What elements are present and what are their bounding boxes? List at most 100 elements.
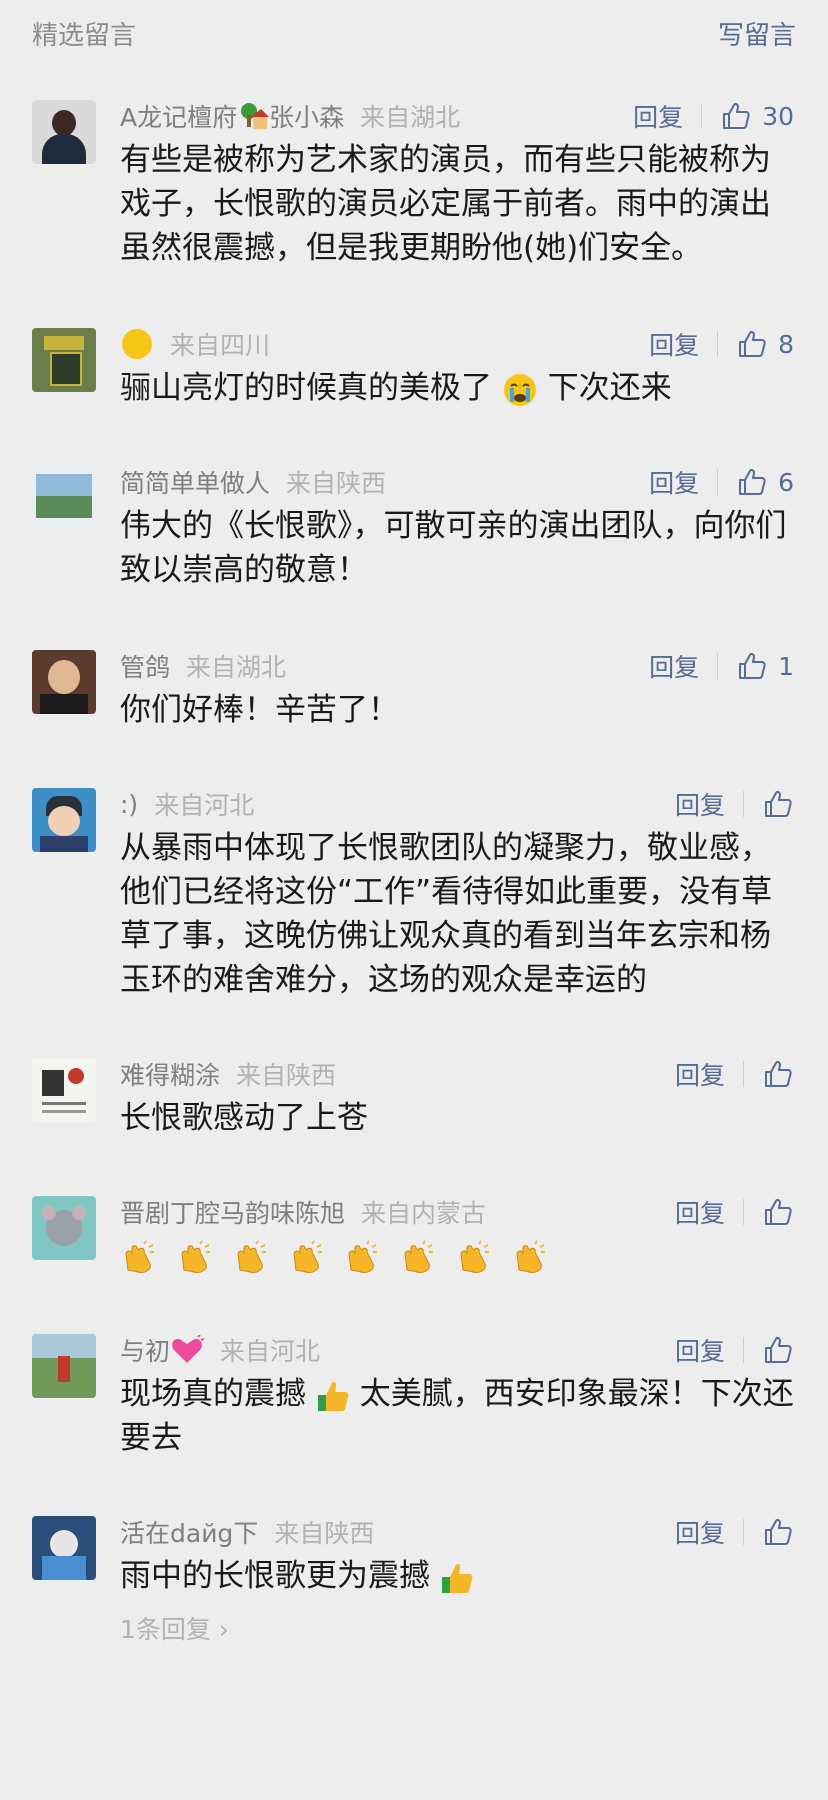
- avatar[interactable]: [32, 1058, 96, 1122]
- comment-item: 晋剧丁腔马韵味陈旭 来自内蒙古 回复: [0, 1140, 828, 1278]
- comments-header: 精选留言 写留言: [0, 0, 828, 66]
- comment-location: 来自陕西: [286, 469, 387, 498]
- comment-nickname: 活在daйg下: [120, 1519, 259, 1548]
- like-button[interactable]: [762, 1516, 794, 1548]
- clapping-hands-emoji: [516, 1239, 546, 1273]
- thumbs-up-emoji: [441, 1563, 473, 1593]
- thumbs-up-icon: [762, 1196, 794, 1228]
- comment-location: 来自河北: [154, 791, 255, 820]
- comment-location: 来自湖北: [186, 653, 287, 682]
- like-button[interactable]: 1: [736, 650, 794, 682]
- comment-location: 来自陕西: [236, 1061, 337, 1090]
- clapping-hands-emoji: [237, 1239, 266, 1273]
- reply-button[interactable]: 回复: [675, 1332, 725, 1368]
- clapping-hands-emoji: [348, 1239, 378, 1273]
- house-emoji: [241, 103, 270, 129]
- comment-text: 现场真的震撼 太美腻，西安印象最深！下次还要去: [120, 1376, 794, 1456]
- reply-button[interactable]: 回复: [675, 1056, 725, 1092]
- avatar[interactable]: [32, 650, 96, 714]
- clapping-hands-emoji: [404, 1239, 434, 1273]
- thumbs-up-icon: [762, 788, 794, 820]
- reply-button[interactable]: 回复: [675, 1514, 725, 1550]
- like-button[interactable]: 8: [736, 328, 794, 360]
- reply-button[interactable]: 回复: [675, 1194, 725, 1230]
- divider: [743, 1519, 744, 1545]
- thumbs-up-icon: [736, 328, 768, 360]
- like-button[interactable]: 30: [720, 100, 794, 132]
- comment-nickname: 晋剧丁腔马韵味陈旭: [120, 1199, 346, 1228]
- comment-location: 来自河北: [220, 1337, 321, 1366]
- comment-location: 来自四川: [170, 331, 271, 360]
- divider: [717, 653, 719, 679]
- divider: [743, 1337, 744, 1363]
- avatar[interactable]: [32, 466, 96, 530]
- thumbs-up-icon: [762, 1058, 794, 1090]
- like-button[interactable]: [762, 788, 794, 820]
- thumbs-up-icon: [720, 100, 752, 132]
- clapping-hands-emoji: [181, 1239, 210, 1273]
- reply-button[interactable]: 回复: [649, 464, 699, 500]
- comment-text: 长恨歌感动了上苍: [120, 1100, 368, 1136]
- like-count: 8: [778, 329, 794, 359]
- comment-nickname: A龙记檀府 张小森: [120, 103, 345, 132]
- comment-text: 从暴雨中体现了长恨歌团队的凝聚力，敬业感，他们已经将这份“工作”看待得如此重要，…: [120, 830, 773, 998]
- comment-item: A龙记檀府 张小森 来自湖北 回复 30 有些是被称为艺术家的演员，而有些只能被…: [0, 66, 828, 270]
- like-count: 1: [778, 651, 794, 681]
- divider: [701, 103, 703, 129]
- like-button[interactable]: [762, 1196, 794, 1228]
- avatar[interactable]: [32, 1516, 96, 1580]
- crying-face-emoji: [503, 373, 536, 406]
- comment-item: 来自四川 回复 8 骊山亮灯的时候真的美极了 下次还来: [0, 270, 828, 410]
- thumbs-up-icon: [762, 1334, 794, 1366]
- comment-item: 管鸽 来自湖北 回复 1 你们好棒！辛苦了！: [0, 592, 828, 732]
- divider: [743, 1061, 744, 1087]
- featured-comments-title: 精选留言: [32, 20, 137, 51]
- comment-item: :) 来自河北 回复 从暴雨中体现了长恨歌团队的凝聚力，敬业感，他们已经将这份“…: [0, 732, 828, 1002]
- thumbs-up-icon: [736, 650, 768, 682]
- view-replies-link[interactable]: 1条回复 ›: [120, 1610, 794, 1646]
- divider: [717, 469, 719, 495]
- avatar[interactable]: [32, 100, 96, 164]
- sparkling-heart-emoji: [172, 1335, 205, 1363]
- comment-text: [120, 1234, 794, 1278]
- comment-item: 活在daйg下 来自陕西 回复 雨中的长恨歌更为震撼 1条回复 ›: [0, 1460, 828, 1646]
- comment-nickname: 简简单单做人: [120, 469, 271, 498]
- comment-nickname: 难得糊涂: [120, 1061, 221, 1090]
- divider: [717, 331, 719, 357]
- reply-button[interactable]: 回复: [649, 648, 699, 684]
- divider: [743, 791, 744, 817]
- comment-item: 与初 来自河北 回复 现场真的震撼 太美腻，西安印象最深！下次还要去: [0, 1278, 828, 1460]
- avatar[interactable]: [32, 1196, 96, 1260]
- avatar[interactable]: [32, 328, 96, 392]
- comment-location: 来自陕西: [274, 1519, 375, 1548]
- comment-location: 来自湖北: [360, 103, 461, 132]
- reply-button[interactable]: 回复: [675, 786, 725, 822]
- yellow-circle-emoji: [122, 329, 152, 359]
- like-button[interactable]: [762, 1058, 794, 1090]
- clapping-hands-emoji: [293, 1239, 322, 1273]
- like-button[interactable]: [762, 1334, 794, 1366]
- thumbs-up-emoji: [317, 1381, 349, 1411]
- comment-location: 来自内蒙古: [361, 1199, 487, 1228]
- divider: [743, 1199, 744, 1225]
- avatar[interactable]: [32, 1334, 96, 1398]
- write-comment-button[interactable]: 写留言: [718, 15, 796, 52]
- chevron-right-icon: ›: [210, 1615, 229, 1644]
- comment-item: 难得糊涂 来自陕西 回复 长恨歌感动了上苍: [0, 1002, 828, 1140]
- comment-item: 简简单单做人 来自陕西 回复 6 伟大的《长恨歌》，可散可亲的演出团队，向你们致…: [0, 410, 828, 592]
- avatar[interactable]: [32, 788, 96, 852]
- thumbs-up-icon: [762, 1516, 794, 1548]
- comment-nickname: [120, 327, 154, 361]
- like-count: 30: [762, 101, 794, 131]
- like-button[interactable]: 6: [736, 466, 794, 498]
- comment-text: 你们好棒！辛苦了！: [120, 692, 399, 728]
- clapping-hands-emoji: [125, 1239, 154, 1273]
- reply-button[interactable]: 回复: [633, 98, 683, 134]
- comment-nickname: :): [120, 789, 139, 819]
- like-count: 6: [778, 467, 794, 497]
- reply-button[interactable]: 回复: [649, 326, 699, 362]
- thumbs-up-icon: [736, 466, 768, 498]
- clapping-hands-emoji: [460, 1239, 490, 1273]
- comment-nickname: 管鸽: [120, 653, 171, 682]
- comment-text: 雨中的长恨歌更为震撼: [120, 1554, 794, 1598]
